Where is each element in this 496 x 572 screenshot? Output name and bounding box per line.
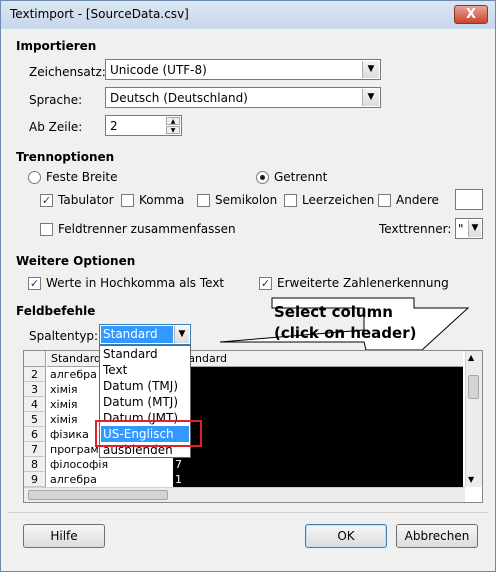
scroll-down-icon[interactable]: ▼: [468, 475, 474, 484]
spin-up-icon[interactable]: ▲: [166, 117, 180, 125]
text-delimiter-select[interactable]: " ▼: [455, 218, 483, 239]
option-date-dmy[interactable]: Datum (TMJ): [101, 378, 189, 394]
detect-numbers-label: Erweiterte Zahlenerkennung: [277, 276, 449, 290]
separated-radio[interactable]: [256, 171, 269, 184]
row-number: 3: [24, 382, 46, 397]
comma-label: Komma: [139, 193, 185, 207]
row-number: 6: [24, 427, 46, 442]
space-label: Leerzeichen: [302, 193, 375, 207]
window-title: Textimport - [SourceData.csv]: [10, 7, 189, 21]
highlight-box: [95, 420, 202, 447]
chevron-down-icon[interactable]: ▼: [468, 220, 481, 237]
scroll-thumb[interactable]: [28, 490, 168, 500]
option-text[interactable]: Text: [101, 362, 189, 378]
column-type-select[interactable]: Standard ▼: [99, 324, 191, 345]
semicolon-checkbox[interactable]: [197, 194, 210, 207]
fixed-width-radio[interactable]: [28, 171, 41, 184]
language-value: Deutsch (Deutschland): [110, 91, 248, 105]
ok-button[interactable]: OK: [305, 524, 387, 548]
close-button[interactable]: X: [454, 5, 488, 24]
text-delimiter-label: Texttrenner:: [379, 222, 452, 236]
selected-column-2[interactable]: [173, 367, 463, 487]
from-row-spinner[interactable]: 2 ▲ ▼: [105, 115, 182, 136]
scroll-up-icon[interactable]: ▲: [468, 353, 474, 362]
option-standard[interactable]: Standard: [101, 346, 189, 362]
horizontal-scrollbar[interactable]: [24, 487, 465, 502]
separated-label: Getrennt: [274, 170, 328, 184]
table-cell: філософія: [50, 458, 109, 471]
row-number: 2: [24, 367, 46, 382]
ok-button-label: OK: [337, 529, 355, 543]
language-select[interactable]: Deutsch (Deutschland) ▼: [105, 87, 381, 108]
row-number: 5: [24, 412, 46, 427]
row-number: 9: [24, 472, 46, 487]
charset-label: Zeichensatz:: [29, 65, 106, 79]
column-type-label: Spaltentyp:: [29, 329, 99, 343]
text-delimiter-value: ": [458, 222, 464, 236]
table-cell: 1: [175, 473, 182, 486]
cancel-button-label: Abbrechen: [404, 529, 470, 543]
semicolon-label: Semikolon: [215, 193, 278, 207]
merge-separators-label: Feldtrenner zusammenfassen: [58, 222, 236, 236]
comma-checkbox[interactable]: [121, 194, 134, 207]
column-type-value: Standard: [101, 326, 173, 343]
vertical-scrollbar[interactable]: ▲ ▼: [465, 351, 482, 487]
column-header-2[interactable]: Standard: [173, 351, 463, 367]
callout-line-2: (click on header): [274, 324, 417, 342]
fields-heading: Feldbefehle: [16, 304, 96, 318]
help-button-label: Hilfe: [50, 529, 78, 543]
tab-label: Tabulator: [58, 193, 114, 207]
spin-down-icon[interactable]: ▼: [166, 126, 180, 134]
space-checkbox[interactable]: [284, 194, 297, 207]
quoted-as-text-checkbox[interactable]: ✓: [28, 277, 41, 290]
grid-corner: [24, 351, 46, 367]
callout-line-1: Select column: [274, 303, 393, 321]
from-row-value: 2: [110, 119, 118, 133]
import-heading: Importieren: [16, 39, 97, 53]
help-button[interactable]: Hilfe: [23, 524, 105, 548]
separator-heading: Trennoptionen: [16, 150, 115, 164]
scroll-thumb[interactable]: [468, 375, 479, 399]
cancel-button[interactable]: Abbrechen: [396, 524, 478, 548]
row-number: 4: [24, 397, 46, 412]
row-number: 8: [24, 457, 46, 472]
from-row-label: Ab Zeile:: [29, 120, 83, 134]
other-separator-input[interactable]: [455, 189, 483, 210]
table-cell: алгебра: [50, 473, 97, 486]
chevron-down-icon[interactable]: ▼: [362, 61, 379, 78]
detect-numbers-checkbox[interactable]: ✓: [259, 277, 272, 290]
chevron-down-icon[interactable]: ▼: [362, 89, 379, 106]
fixed-width-label: Feste Breite: [46, 170, 118, 184]
option-date-mdy[interactable]: Datum (MTJ): [101, 394, 189, 410]
tab-checkbox[interactable]: ✓: [40, 194, 53, 207]
row-number: 7: [24, 442, 46, 457]
other-checkbox[interactable]: [378, 194, 391, 207]
charset-value: Unicode (UTF-8): [110, 63, 207, 77]
charset-select[interactable]: Unicode (UTF-8) ▼: [105, 59, 381, 80]
language-label: Sprache:: [29, 93, 83, 107]
divider: [8, 512, 488, 513]
table-cell: 7: [175, 458, 182, 471]
other-options-heading: Weitere Optionen: [16, 254, 136, 268]
merge-separators-checkbox[interactable]: [40, 223, 53, 236]
quoted-as-text-label: Werte in Hochkomma als Text: [46, 276, 225, 290]
other-label: Andere: [396, 193, 439, 207]
